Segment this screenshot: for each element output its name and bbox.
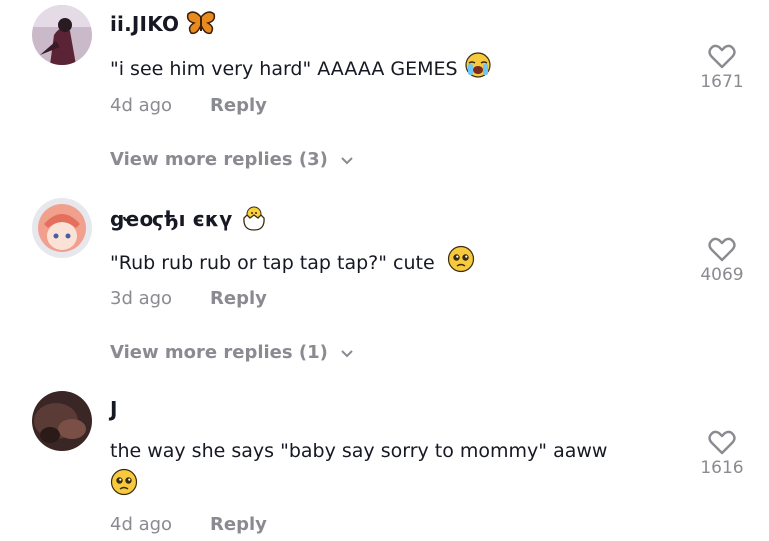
view-more-replies-button[interactable]: View more replies (3) [110,149,354,171]
comment-meta: 3d ago Reply [110,288,267,309]
like-button[interactable]: 1671 [698,44,746,92]
comment-time: 4d ago [110,514,173,535]
avatar[interactable] [32,391,92,451]
reply-button[interactable]: Reply [210,95,267,116]
comment-time: 4d ago [110,95,173,116]
comment-text: the way she says "baby say sorry to momm… [110,437,670,505]
pleading-face-icon [110,468,138,505]
view-more-replies-button[interactable]: View more replies (1) [110,342,354,364]
username-text: ii.JIKO [110,12,180,36]
comment-username[interactable]: J [110,397,118,421]
comment-meta: 4d ago Reply [110,95,267,116]
like-count: 1671 [700,72,744,92]
pleading-face-icon [447,245,475,282]
heart-icon [708,430,736,455]
hatching-chick-icon [240,204,268,237]
like-button[interactable]: 4069 [698,237,746,285]
chevron-down-icon [340,343,354,364]
avatar[interactable] [32,5,92,65]
heart-icon [708,237,736,262]
comment-username[interactable]: ii.JIKO [110,11,216,40]
chevron-down-icon [340,150,354,171]
username-text: J [110,397,118,421]
comment-meta: 4d ago Reply [110,514,267,535]
reply-button[interactable]: Reply [210,514,267,535]
comment-time: 3d ago [110,288,173,309]
comment-username[interactable]: ցҽօϛђı єκү [110,204,268,237]
heart-icon [708,44,736,69]
avatar[interactable] [32,198,92,258]
like-count: 1616 [700,458,744,478]
comment-text: "i see him very hard" AAAAA GEMES [110,52,670,87]
reply-button[interactable]: Reply [210,288,267,309]
like-button[interactable]: 1616 [698,430,746,478]
comment-text: "Rub rub rub or tap tap tap?" cute [110,245,670,282]
username-text: ցҽօϛђı єκү [110,207,233,231]
loudly-crying-face-icon [464,52,492,87]
like-count: 4069 [700,265,744,285]
butterfly-icon [186,11,216,40]
